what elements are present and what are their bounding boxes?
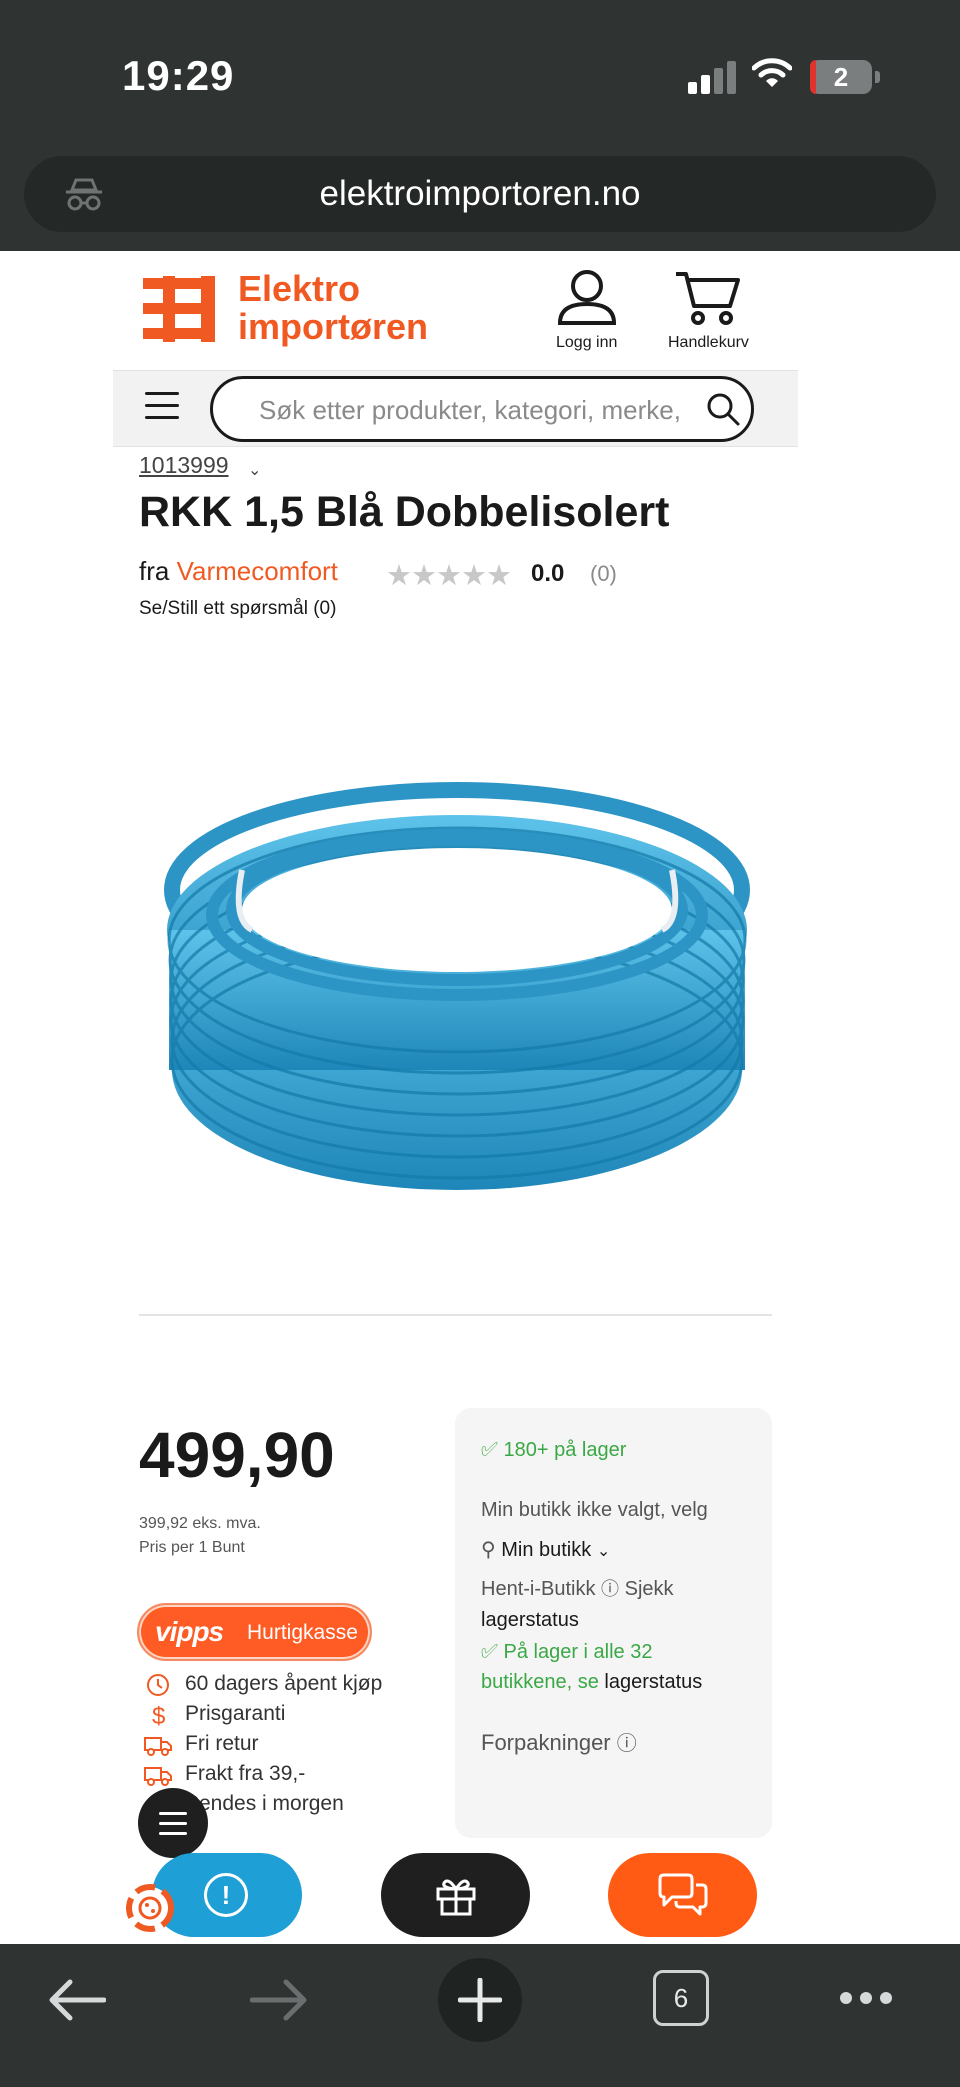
feature-open-purchase: 60 dagers åpent kjøp xyxy=(185,1672,383,1695)
dollar-icon: $ xyxy=(152,1703,165,1727)
stock-status-link[interactable]: lagerstatus xyxy=(481,1609,579,1632)
brand-line: fra Varmecomfort xyxy=(139,556,338,587)
product-image[interactable] xyxy=(162,770,752,1220)
vipps-logo: vipps xyxy=(155,1616,224,1647)
battery-icon: 2 xyxy=(810,60,880,94)
rating-value: 0.0 xyxy=(531,560,565,587)
truck-icon xyxy=(144,1737,172,1756)
divider xyxy=(139,1314,772,1316)
user-icon xyxy=(557,270,616,325)
all-stores-stock: ✅︎ På lager i alle 32 xyxy=(481,1641,653,1663)
product-title: RKK 1,5 Blå Dobbelisolert xyxy=(139,488,670,536)
wifi-icon xyxy=(752,58,792,87)
new-tab-button[interactable] xyxy=(438,1958,522,2042)
chat-button[interactable] xyxy=(608,1853,757,1937)
search-input[interactable] xyxy=(259,395,699,426)
login-button[interactable]: Logg inn xyxy=(556,268,617,352)
check-circle-icon: ✅︎ xyxy=(481,1439,498,1461)
info-icon[interactable]: ⓘ xyxy=(617,1733,637,1755)
search-box[interactable] xyxy=(210,376,754,442)
login-label: Logg inn xyxy=(556,334,618,351)
chevron-down-icon[interactable]: ⌄ xyxy=(248,460,261,480)
back-arrow-icon[interactable] xyxy=(48,1978,106,2022)
vipps-label: Hurtigkasse xyxy=(247,1621,358,1644)
rating-count[interactable]: (0) xyxy=(590,561,617,587)
chevron-down-icon: ⌄ xyxy=(596,1543,611,1560)
my-store-selector[interactable]: ⚲ Min butikk ⌄ xyxy=(481,1537,610,1562)
forward-arrow-icon[interactable] xyxy=(250,1978,308,2022)
gift-icon xyxy=(436,1879,476,1916)
price-ex-vat: 399,92 eks. mva. xyxy=(139,1515,261,1532)
question-link[interactable]: Se/Still ett spørsmål (0) xyxy=(139,598,336,620)
browser-top-bar: 19:29 2 elektroimportoren.no xyxy=(0,0,960,251)
cellular-signal-icon xyxy=(688,60,736,94)
url-text[interactable]: elektroimportoren.no xyxy=(24,174,936,214)
truck-icon xyxy=(144,1767,172,1786)
menu-icon[interactable] xyxy=(145,392,179,420)
click-and-collect: Hent-i-Butikk ⓘ Sjekk xyxy=(481,1578,674,1600)
cookie-settings-icon[interactable] xyxy=(125,1883,175,1933)
address-bar[interactable]: elektroimportoren.no xyxy=(24,156,936,232)
clock-icon xyxy=(147,1674,169,1696)
svg-text:$: $ xyxy=(152,1703,165,1727)
chat-icon xyxy=(658,1873,708,1916)
all-stores-stock-line2: butikkene, se lagerstatus xyxy=(481,1671,703,1693)
vipps-checkout-button[interactable]: vipps Hurtigkasse xyxy=(137,1603,372,1661)
feature-shipping: Frakt fra 39,- xyxy=(185,1762,306,1785)
store-not-selected: Min butikk ikke valgt, velg xyxy=(481,1499,708,1521)
info-icon[interactable]: ⓘ xyxy=(601,1579,619,1599)
packaging-label[interactable]: Forpakninger ⓘ xyxy=(481,1727,637,1756)
price-unit: Pris per 1 Bunt xyxy=(139,1539,245,1556)
cart-label: Handlekurv xyxy=(668,334,749,351)
search-icon[interactable] xyxy=(705,391,741,427)
floating-menu-button[interactable] xyxy=(138,1788,208,1858)
cart-icon xyxy=(676,272,741,325)
feature-price-guarantee: Prisgaranti xyxy=(185,1702,286,1725)
tabs-button[interactable]: 6 xyxy=(653,1970,709,2026)
logo-icon[interactable] xyxy=(143,276,215,342)
all-stores-status-link[interactable]: lagerstatus xyxy=(604,1671,702,1693)
brand-prefix: fra xyxy=(139,556,170,586)
status-time: 19:29 xyxy=(122,52,235,99)
brand-link[interactable]: Varmecomfort xyxy=(177,556,338,586)
rating-stars[interactable]: ★★★★★ xyxy=(386,558,512,593)
gift-button[interactable] xyxy=(381,1853,530,1937)
more-options-icon[interactable] xyxy=(838,1990,894,2006)
map-pin-icon: ⚲ xyxy=(481,1539,496,1561)
check-circle-icon: ✅︎ xyxy=(481,1641,498,1663)
plus-icon xyxy=(458,1978,502,2022)
cart-button[interactable]: Handlekurv xyxy=(668,268,749,352)
feature-free-return: Fri retur xyxy=(185,1732,259,1755)
feature-ships-tomorrow: Sendes i morgen xyxy=(185,1792,344,1815)
product-sku[interactable]: 1013999 xyxy=(139,452,229,479)
price: 499,90 xyxy=(139,1419,335,1491)
exclamation-icon: ! xyxy=(204,1873,248,1917)
logo-wordmark[interactable]: Elektro importøren xyxy=(238,270,428,346)
online-stock: ✅︎ 180+ på lager xyxy=(481,1439,627,1461)
